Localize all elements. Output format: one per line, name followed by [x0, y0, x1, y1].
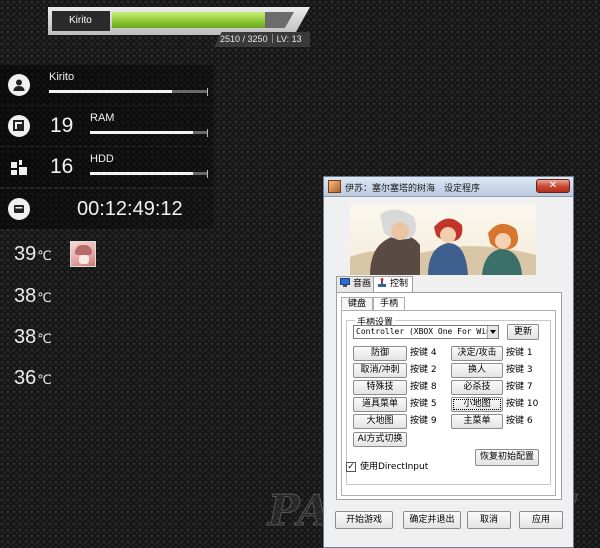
hud-ram-bar	[90, 131, 207, 134]
key-label-switch-char: 按键 3	[506, 365, 533, 375]
key-label-confirm-attack: 按键 1	[506, 348, 533, 358]
character-avatar	[70, 241, 96, 267]
map-button-switch-char[interactable]: 换人	[451, 363, 503, 378]
map-button-ultimate[interactable]: 必杀技	[451, 380, 503, 395]
apply-button[interactable]: 应用	[519, 511, 563, 529]
dialog-title: 伊苏：塞尔塞塔的树海 设定程序	[345, 184, 481, 194]
hud-profile-bar-fill	[49, 90, 173, 93]
joystick-icon	[377, 278, 387, 287]
hp-widget: Kirito 2510 / 3250 LV: 13	[48, 7, 310, 47]
map-button-item-menu[interactable]: 道具菜单	[353, 397, 407, 412]
chevron-down-icon[interactable]	[487, 326, 498, 338]
tab-audio-video[interactable]: 音画	[336, 276, 377, 292]
restore-defaults-button[interactable]: 恢复初始配置	[475, 449, 539, 466]
controller-select[interactable]: Controller (XBOX One For Win	[353, 325, 499, 339]
cancel-button[interactable]: 取消	[467, 511, 511, 529]
dialog-titlebar[interactable]: 伊苏：塞尔塞塔的树海 设定程序 ✕	[324, 177, 573, 197]
key-label-ultimate: 按键 7	[506, 382, 533, 392]
hp-bar-fill	[112, 12, 265, 28]
directinput-label: 使用DirectInput	[360, 462, 429, 472]
hud-ram-bar-fill	[90, 131, 193, 134]
map-button-main-menu[interactable]: 主菜单	[451, 414, 503, 429]
hp-max: 3250	[247, 34, 268, 44]
directinput-checkbox[interactable]: ✓	[346, 462, 356, 472]
map-button-guard[interactable]: 防御	[353, 346, 407, 361]
app-icon	[328, 180, 341, 193]
map-button-world-map[interactable]: 大地图	[353, 414, 407, 429]
map-button-confirm-attack[interactable]: 决定/攻击	[451, 346, 503, 361]
settings-dialog: 伊苏：塞尔塞塔的树海 设定程序 ✕ 音画 控制 键盘 手柄 手柄设置 Contr…	[323, 176, 574, 548]
clock-icon	[8, 198, 30, 220]
key-label-item-menu: 按键 5	[410, 399, 437, 409]
hud-profile-bar	[49, 90, 207, 93]
ok-exit-button[interactable]: 确定并退出	[403, 511, 461, 529]
hud-ram-label: RAM	[90, 112, 115, 124]
game-banner-image	[350, 205, 536, 275]
key-label-world-map: 按键 9	[410, 416, 437, 426]
hud-hdd-value: 16	[50, 155, 74, 178]
hp-current: 2510	[220, 34, 241, 44]
start-game-button[interactable]: 开始游戏	[335, 511, 393, 529]
hdd-icon	[8, 156, 30, 178]
hp-level: LV: 13	[276, 34, 302, 44]
hud-hdd-bar-fill	[90, 172, 193, 175]
temp-reading-1: 39℃	[14, 243, 52, 265]
hud-uptime-value: 00:12:49:12	[77, 198, 183, 220]
monitor-icon	[340, 278, 350, 287]
subtab-keyboard[interactable]: 键盘	[341, 297, 374, 311]
ai-switch-button[interactable]: AI方式切换	[353, 432, 407, 447]
close-button[interactable]: ✕	[536, 179, 570, 193]
user-icon	[8, 74, 30, 96]
hp-player-name: Kirito	[52, 11, 110, 31]
map-button-special[interactable]: 特殊技	[353, 380, 407, 395]
hud-ram-value: 19	[50, 114, 74, 137]
map-button-minimap[interactable]: 小地图	[451, 397, 503, 412]
hud-profile-name: Kirito	[49, 71, 75, 83]
key-label-minimap: 按键 10	[506, 399, 539, 409]
hp-bar	[112, 12, 294, 28]
refresh-button[interactable]: 更新	[507, 324, 539, 340]
key-label-guard: 按键 4	[410, 348, 437, 358]
key-label-main-menu: 按键 6	[506, 416, 533, 426]
ram-icon	[8, 115, 30, 137]
hud-hdd-bar	[90, 172, 207, 175]
hud-hdd-label: HDD	[90, 153, 114, 165]
tab-controls[interactable]: 控制	[373, 276, 414, 293]
temp-reading-3: 38℃	[14, 326, 52, 348]
temp-reading-4: 36℃	[14, 367, 52, 389]
key-label-special: 按键 8	[410, 382, 437, 392]
temp-reading-2: 38℃	[14, 285, 52, 307]
hp-stats: 2510 / 3250 LV: 13	[214, 32, 310, 47]
map-button-cancel-dash[interactable]: 取消/冲刺	[353, 363, 407, 378]
key-label-cancel-dash: 按键 2	[410, 365, 437, 375]
